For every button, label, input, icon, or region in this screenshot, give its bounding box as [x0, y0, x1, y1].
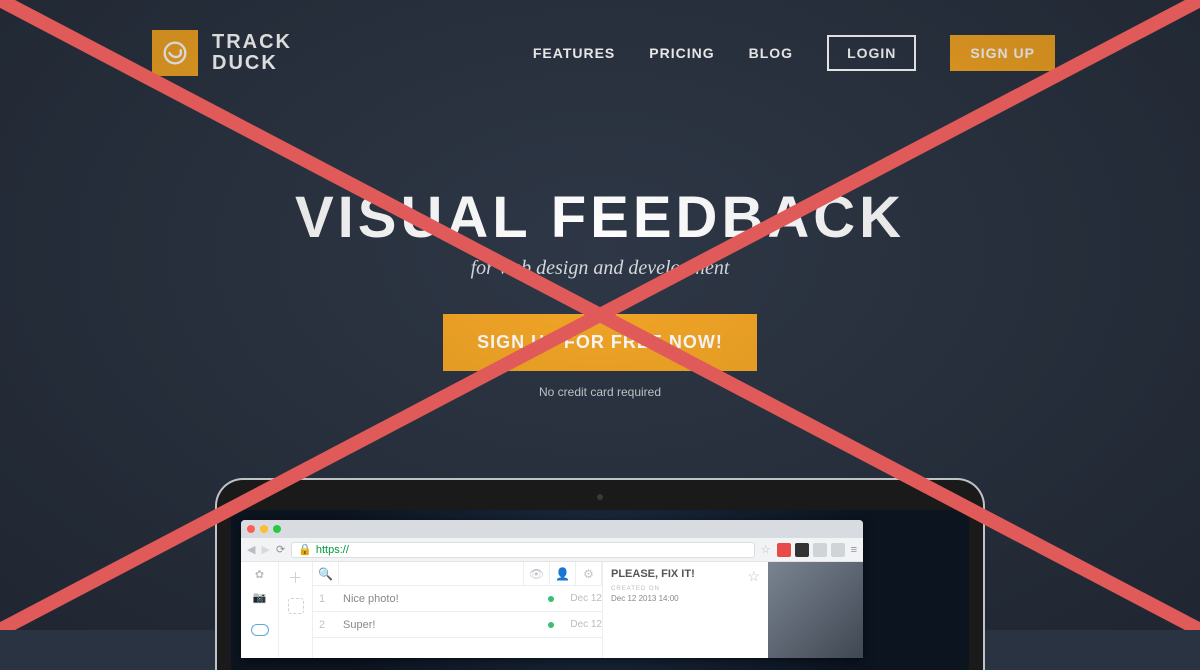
list-item[interactable]: 2 Super! Dec 12	[313, 612, 602, 638]
menu-icon[interactable]: ≡	[851, 544, 857, 556]
status-dot-icon	[548, 622, 554, 628]
browser-extensions	[777, 543, 845, 557]
brand-line1: TRACK	[212, 32, 292, 53]
user-icon[interactable]: 👤	[550, 562, 576, 585]
hero-subline: for web design and development	[0, 257, 1200, 280]
preview-image	[768, 562, 863, 658]
gear-icon[interactable]: ⚙	[576, 562, 602, 585]
search-icon[interactable]: 🔍	[313, 562, 339, 585]
detail-created-value: Dec 12 2013 14:00	[611, 594, 760, 603]
login-button[interactable]: LOGIN	[827, 35, 916, 71]
row-date: Dec 12	[570, 619, 602, 630]
bookmark-icon[interactable]: ☆	[761, 543, 771, 556]
nav-features[interactable]: FEATURES	[533, 45, 615, 61]
lock-icon: 🔒	[298, 543, 312, 556]
hero-headline: VISUAL FEEDBACK	[0, 184, 1200, 251]
globe-icon[interactable]: ✿	[255, 568, 264, 581]
laptop-camera-icon	[597, 494, 603, 500]
star-icon[interactable]: ☆	[747, 568, 760, 585]
nav-pricing[interactable]: PRICING	[649, 45, 714, 61]
thumb-placeholder-icon	[288, 598, 304, 614]
cloud-upload-icon[interactable]	[251, 624, 269, 636]
back-icon[interactable]: ◀	[247, 543, 255, 556]
browser-window: ◀ ▶ ⟳ 🔒 https:// ☆ ≡	[241, 520, 863, 658]
cta-button[interactable]: SIGN UP FOR FREE NOW!	[443, 314, 757, 371]
detail-title: PLEASE, FIX IT!	[611, 568, 760, 580]
forward-icon[interactable]: ▶	[261, 543, 269, 556]
extension-icon[interactable]	[831, 543, 845, 557]
extension-icon[interactable]	[813, 543, 827, 557]
app-sidebar-secondary: ＋	[279, 562, 313, 658]
brand-line2: DUCK	[212, 53, 292, 74]
row-index: 1	[319, 593, 331, 605]
row-index: 2	[319, 619, 331, 631]
url-input[interactable]: 🔒 https://	[291, 542, 755, 558]
laptop-mockup: ◀ ▶ ⟳ 🔒 https:// ☆ ≡	[215, 478, 985, 670]
detail-panel: ☆ PLEASE, FIX IT! CREATED ON Dec 12 2013…	[603, 562, 768, 658]
comment-list: 🔍 👁 👤 ⚙ 1 Nice photo!	[313, 562, 603, 658]
list-toolbar: 🔍 👁 👤 ⚙	[313, 562, 602, 586]
brand-name: TRACK DUCK	[212, 32, 292, 74]
status-dot-icon	[548, 596, 554, 602]
row-text: Nice photo!	[343, 593, 536, 605]
list-item[interactable]: 1 Nice photo! Dec 12	[313, 586, 602, 612]
app-sidebar: ✿ 📷	[241, 562, 279, 658]
window-minimize-icon[interactable]	[260, 525, 268, 533]
url-text: https://	[316, 544, 349, 556]
main-nav: FEATURES PRICING BLOG LOGIN SIGN UP	[533, 35, 1055, 71]
row-date: Dec 12	[570, 593, 602, 604]
extension-icon[interactable]	[777, 543, 791, 557]
window-close-icon[interactable]	[247, 525, 255, 533]
reload-icon[interactable]: ⟳	[276, 543, 285, 556]
logo-icon	[152, 30, 198, 76]
eye-icon[interactable]: 👁	[524, 562, 550, 585]
extension-icon[interactable]	[795, 543, 809, 557]
signup-button[interactable]: SIGN UP	[950, 35, 1055, 71]
nav-blog[interactable]: BLOG	[749, 45, 793, 61]
browser-titlebar	[241, 520, 863, 538]
plus-icon[interactable]: ＋	[289, 568, 303, 588]
browser-toolbar: ◀ ▶ ⟳ 🔒 https:// ☆ ≡	[241, 538, 863, 562]
site-header: TRACK DUCK FEATURES PRICING BLOG LOGIN S…	[0, 0, 1200, 76]
row-text: Super!	[343, 619, 536, 631]
brand[interactable]: TRACK DUCK	[152, 30, 292, 76]
window-zoom-icon[interactable]	[273, 525, 281, 533]
detail-created-label: CREATED ON	[611, 586, 760, 592]
app-panel: ✿ 📷 ＋ 🔍 👁	[241, 562, 863, 658]
camera-icon[interactable]: 📷	[253, 591, 267, 604]
cta-note: No credit card required	[0, 385, 1200, 399]
hero-section: VISUAL FEEDBACK for web design and devel…	[0, 184, 1200, 399]
